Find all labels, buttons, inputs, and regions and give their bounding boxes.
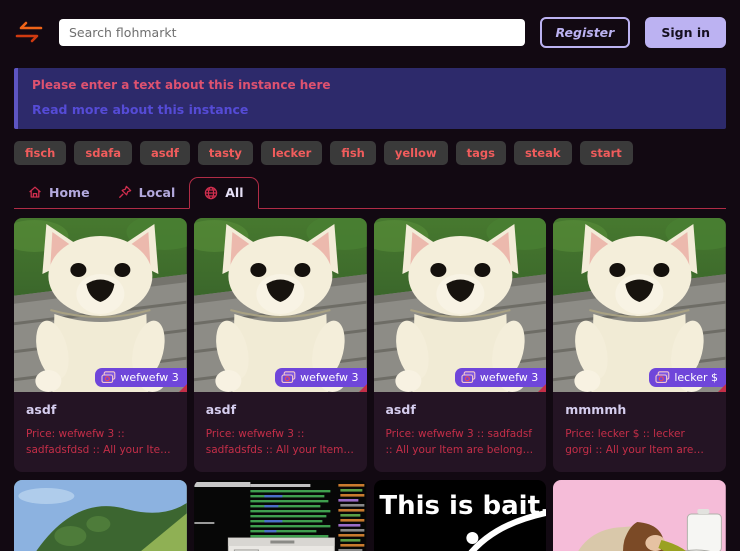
vomit-cartoon-image: [553, 480, 726, 551]
banknotes-icon: [101, 371, 116, 384]
item-thumbnail: wefwefw 3: [14, 218, 187, 392]
corner-flag: [359, 384, 367, 392]
item-title: mmmmh: [565, 402, 714, 417]
item-card-body: asdf Price: wefwefw 3 :: sadfadsfdsd :: …: [14, 392, 187, 472]
sign-in-button[interactable]: Sign in: [645, 17, 726, 48]
item-grid: wefwefw 3 asdf Price: wefwefw 3 :: sadfa…: [14, 218, 726, 472]
tab-all-label: All: [225, 185, 243, 200]
tab-local[interactable]: Local: [104, 177, 190, 208]
price-badge-label: wefwefw 3: [480, 371, 538, 384]
price-badge-label: wefwefw 3: [120, 371, 178, 384]
tab-home-label: Home: [49, 185, 90, 200]
item-thumbnail: [374, 480, 547, 551]
pin-icon: [118, 185, 132, 199]
item-card-body: asdf Price: wefwefw 3 :: sadfadsfds :: A…: [194, 392, 367, 472]
price-badge: wefwefw 3: [455, 368, 546, 387]
item-card[interactable]: lecker $ mmmmh Price: lecker $ :: lecker…: [553, 218, 726, 472]
tag-tasty[interactable]: tasty: [198, 141, 253, 165]
item-thumbnail: [194, 480, 367, 551]
item-card[interactable]: [194, 480, 367, 551]
item-title: asdf: [206, 402, 355, 417]
item-thumbnail: wefwefw 3: [194, 218, 367, 392]
banknotes-icon: [461, 371, 476, 384]
bait-meme-image: [374, 480, 547, 551]
price-badge: wefwefw 3: [275, 368, 366, 387]
price-badge-label: wefwefw 3: [300, 371, 358, 384]
item-price-text: Price: wefwefw 3 :: sadfadsfdsd :: All y…: [26, 426, 175, 459]
item-price-text: Price: wefwefw 3 :: sadfadsf :: All your…: [386, 426, 535, 459]
tag-sdafa[interactable]: sdafa: [74, 141, 132, 165]
corner-flag: [538, 384, 546, 392]
tag-start[interactable]: start: [580, 141, 633, 165]
banknotes-icon: [281, 371, 296, 384]
price-badge: wefwefw 3: [95, 368, 186, 387]
item-thumbnail: [14, 480, 187, 551]
tag-lecker[interactable]: lecker: [261, 141, 322, 165]
item-title: asdf: [386, 402, 535, 417]
top-bar: Register Sign in: [0, 0, 740, 61]
item-thumbnail: [553, 480, 726, 551]
tag-fish[interactable]: fish: [330, 141, 376, 165]
item-card[interactable]: [374, 480, 547, 551]
item-price-text: Price: wefwefw 3 :: sadfadsfds :: All yo…: [206, 426, 355, 459]
item-card[interactable]: [14, 480, 187, 551]
desktop-screenshot-image: [194, 480, 367, 551]
meadow-people-image: [14, 480, 187, 551]
tag-asdf[interactable]: asdf: [140, 141, 190, 165]
item-title: asdf: [26, 402, 175, 417]
feed-tabs: Home Local All: [14, 177, 726, 209]
instance-banner: Please enter a text about this instance …: [14, 68, 726, 129]
banknotes-icon: [655, 371, 670, 384]
corner-flag: [718, 384, 726, 392]
item-card-body: asdf Price: wefwefw 3 :: sadfadsf :: All…: [374, 392, 547, 472]
item-card[interactable]: wefwefw 3 asdf Price: wefwefw 3 :: sadfa…: [194, 218, 367, 472]
item-card[interactable]: [553, 480, 726, 551]
tab-all[interactable]: All: [189, 177, 258, 209]
tab-local-label: Local: [139, 185, 176, 200]
flohmarkt-logo-icon[interactable]: [14, 21, 44, 45]
item-grid-row2: [14, 480, 726, 551]
tag-tags[interactable]: tags: [456, 141, 506, 165]
search-input[interactable]: [59, 19, 525, 46]
corner-flag: [179, 384, 187, 392]
tag-list: fisch sdafa asdf tasty lecker fish yello…: [14, 141, 726, 165]
item-thumbnail: lecker $: [553, 218, 726, 392]
item-thumbnail: wefwefw 3: [374, 218, 547, 392]
globe-icon: [204, 186, 218, 200]
tab-home[interactable]: Home: [14, 177, 104, 208]
item-card[interactable]: wefwefw 3 asdf Price: wefwefw 3 :: sadfa…: [374, 218, 547, 472]
home-icon: [28, 185, 42, 199]
tag-steak[interactable]: steak: [514, 141, 572, 165]
register-button[interactable]: Register: [540, 17, 631, 48]
item-price-text: Price: lecker $ :: lecker gorgi :: All y…: [565, 426, 714, 459]
plush-dog-image: [553, 218, 726, 392]
instance-description-text: Please enter a text about this instance …: [32, 78, 712, 92]
tag-yellow[interactable]: yellow: [384, 141, 448, 165]
plush-dog-image: [374, 218, 547, 392]
tag-fisch[interactable]: fisch: [14, 141, 66, 165]
price-badge-label: lecker $: [674, 371, 718, 384]
plush-dog-image: [194, 218, 367, 392]
item-card[interactable]: wefwefw 3 asdf Price: wefwefw 3 :: sadfa…: [14, 218, 187, 472]
plush-dog-image: [14, 218, 187, 392]
read-more-link[interactable]: Read more about this instance: [32, 102, 712, 117]
price-badge: lecker $: [649, 368, 726, 387]
item-card-body: mmmmh Price: lecker $ :: lecker gorgi ::…: [553, 392, 726, 472]
